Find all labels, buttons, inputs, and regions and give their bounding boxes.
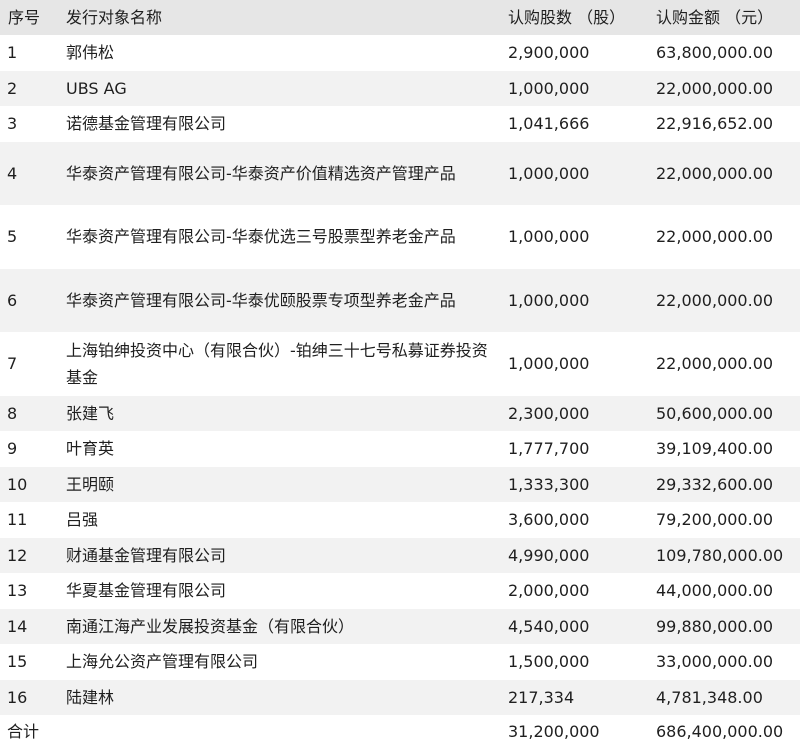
table-row: 10 王明颐 1,333,300 29,332,600.00: [0, 466, 800, 502]
total-amount: 686,400,000.00: [648, 715, 800, 747]
cell-amount: 4,781,348.00: [656, 687, 763, 707]
cell-amount: 22,000,000.00: [656, 354, 774, 374]
cell-name: 张建飞: [66, 403, 115, 423]
table-row: 7 上海铂绅投资中心（有限合伙）-铂绅三十七号私募证券投资基金 1,000,000 2…: [0, 332, 800, 396]
table-row: 1 郭伟松 2,900,000 63,800,000.00: [0, 35, 800, 71]
cell-name: 叶育英: [66, 439, 115, 459]
cell-amount: 39,109,400.00: [656, 439, 774, 459]
cell-amount: 33,000,000.00: [656, 652, 774, 672]
cell-name: 华泰资产管理有限公司-华泰优颐股票专项型养老金产品: [66, 290, 456, 310]
total-row: 合计 31,200,000 686,400,000.00: [0, 715, 800, 747]
table-row: 14 南通江海产业发展投资基金（有限合伙） 4,540,000 99,880,000.…: [0, 608, 800, 644]
table-body: 1 郭伟松 2,900,000 63,800,000.00 2 UBS AG 1,000,0…: [0, 35, 800, 715]
cell-shares: 1,000,000: [508, 290, 590, 310]
cell-index: 4: [7, 163, 18, 183]
cell-shares: 4,990,000: [508, 545, 590, 565]
total-name-empty: [58, 715, 500, 747]
cell-index: 8: [7, 403, 18, 423]
header-index: 序号: [0, 0, 58, 35]
cell-shares: 1,000,000: [508, 163, 590, 183]
cell-shares: 1,333,300: [508, 474, 590, 494]
cell-index: 10: [7, 474, 28, 494]
cell-name: 财通基金管理有限公司: [66, 545, 227, 565]
cell-amount: 22,000,000.00: [656, 227, 774, 247]
cell-amount: 50,600,000.00: [656, 403, 774, 423]
table-row: 12 财通基金管理有限公司 4,990,000 109,780,000.00: [0, 537, 800, 573]
table-row: 3 诺德基金管理有限公司 1,041,666 22,916,652.00: [0, 106, 800, 142]
table-row: 5 华泰资产管理有限公司-华泰优选三号股票型养老金产品 1,000,000 22,00…: [0, 205, 800, 269]
cell-name: 华泰资产管理有限公司-华泰优选三号股票型养老金产品: [66, 227, 456, 247]
cell-shares: 2,000,000: [508, 581, 590, 601]
table-row: 16 陆建林 217,334 4,781,348.00: [0, 679, 800, 715]
cell-shares: 3,600,000: [508, 510, 590, 530]
cell-name: 南通江海产业发展投资基金（有限合伙）: [66, 616, 355, 636]
cell-name: 上海铂绅投资中心（有限合伙）-铂绅三十七号私募证券投资基金: [66, 340, 488, 387]
cell-name: 华夏基金管理有限公司: [66, 581, 227, 601]
table-header: 序号 发行对象名称 认购股数 （股） 认购金额 （元）: [0, 0, 800, 35]
header-shares: 认购股数 （股）: [500, 0, 648, 35]
cell-shares: 1,500,000: [508, 652, 590, 672]
cell-shares: 217,334: [508, 687, 575, 707]
table-row: 6 华泰资产管理有限公司-华泰优颐股票专项型养老金产品 1,000,000 22,00…: [0, 268, 800, 332]
cell-shares: 1,000,000: [508, 354, 590, 374]
cell-amount: 44,000,000.00: [656, 581, 774, 601]
cell-name: 郭伟松: [66, 43, 115, 63]
subscription-table: 序号 发行对象名称 认购股数 （股） 认购金额 （元） 1 郭伟松 2,900,00…: [0, 0, 800, 747]
cell-shares: 4,540,000: [508, 616, 590, 636]
table-footer: 合计 31,200,000 686,400,000.00: [0, 715, 800, 747]
cell-name: 陆建林: [66, 687, 115, 707]
table-row: 9 叶育英 1,777,700 39,109,400.00: [0, 431, 800, 467]
cell-shares: 2,300,000: [508, 403, 590, 423]
cell-index: 12: [7, 545, 28, 565]
cell-shares: 1,777,700: [508, 439, 590, 459]
cell-amount: 99,880,000.00: [656, 616, 774, 636]
table-row: 13 华夏基金管理有限公司 2,000,000 44,000,000.00: [0, 573, 800, 609]
table-row: 11 吕强 3,600,000 79,200,000.00: [0, 502, 800, 538]
cell-index: 3: [7, 114, 18, 134]
total-label: 合计: [0, 715, 58, 747]
table-row: 2 UBS AG 1,000,000 22,000,000.00: [0, 70, 800, 106]
header-name: 发行对象名称: [58, 0, 500, 35]
cell-index: 2: [7, 78, 18, 98]
table-row: 4 华泰资产管理有限公司-华泰资产价值精选资产管理产品 1,000,000 22,00…: [0, 141, 800, 205]
cell-amount: 109,780,000.00: [656, 545, 784, 565]
cell-index: 16: [7, 687, 28, 707]
cell-index: 15: [7, 652, 28, 672]
cell-name: 华泰资产管理有限公司-华泰资产价值精选资产管理产品: [66, 163, 456, 183]
table-row: 15 上海允公资产管理有限公司 1,500,000 33,000,000.00: [0, 644, 800, 680]
table-row: 8 张建飞 2,300,000 50,600,000.00: [0, 395, 800, 431]
cell-name: 吕强: [66, 510, 99, 530]
cell-name: 王明颐: [66, 474, 115, 494]
cell-name: 上海允公资产管理有限公司: [66, 652, 259, 672]
header-amount: 认购金额 （元）: [648, 0, 800, 35]
cell-shares: 1,000,000: [508, 227, 590, 247]
cell-name: UBS AG: [66, 78, 127, 98]
cell-name: 诺德基金管理有限公司: [66, 114, 227, 134]
cell-index: 11: [7, 510, 28, 530]
header-row: 序号 发行对象名称 认购股数 （股） 认购金额 （元）: [0, 0, 800, 35]
cell-index: 13: [7, 581, 28, 601]
cell-shares: 1,041,666: [508, 114, 590, 134]
cell-index: 6: [7, 290, 18, 310]
cell-amount: 22,916,652.00: [656, 114, 774, 134]
cell-shares: 2,900,000: [508, 43, 590, 63]
cell-amount: 63,800,000.00: [656, 43, 774, 63]
cell-shares: 1,000,000: [508, 78, 590, 98]
cell-index: 7: [7, 354, 18, 374]
cell-amount: 22,000,000.00: [656, 163, 774, 183]
total-shares: 31,200,000: [500, 715, 648, 747]
cell-amount: 22,000,000.00: [656, 290, 774, 310]
cell-amount: 29,332,600.00: [656, 474, 774, 494]
cell-index: 9: [7, 439, 18, 459]
cell-amount: 79,200,000.00: [656, 510, 774, 530]
cell-index: 14: [7, 616, 28, 636]
cell-index: 5: [7, 227, 18, 247]
cell-index: 1: [7, 43, 18, 63]
cell-amount: 22,000,000.00: [656, 78, 774, 98]
